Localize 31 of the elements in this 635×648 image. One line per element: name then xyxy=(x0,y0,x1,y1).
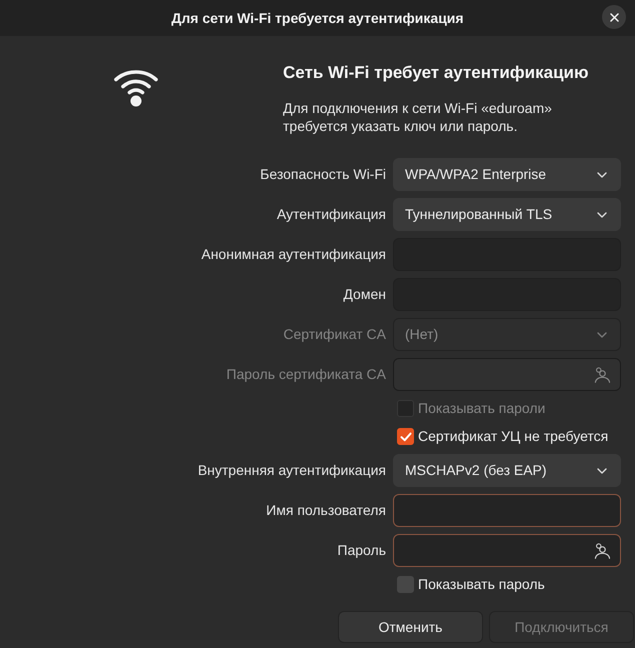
field-label: Имя пользователя xyxy=(265,501,386,520)
field-label: Сертификат CA xyxy=(282,325,386,344)
field-label: Безопасность Wi-Fi xyxy=(259,165,386,184)
chevron-down-icon xyxy=(597,468,607,474)
checkbox[interactable] xyxy=(397,576,414,593)
checkbox-label[interactable]: Сертификат УЦ не требуется xyxy=(418,426,608,447)
dialog-button[interactable]: Отменить xyxy=(338,611,483,643)
chevron-down-icon xyxy=(597,172,607,178)
dropdown[interactable]: WPA/WPA2 Enterprise xyxy=(393,158,621,191)
password-field[interactable] xyxy=(393,534,621,567)
heading: Сеть Wi-Fi требует аутентификацию xyxy=(283,62,588,84)
close-button[interactable] xyxy=(602,5,626,29)
checkbox-label[interactable]: Показывать пароль xyxy=(418,574,545,595)
field-label: Домен xyxy=(342,285,386,304)
wifi-icon xyxy=(113,67,159,107)
person-icon[interactable] xyxy=(594,542,610,558)
close-icon xyxy=(610,12,618,22)
chevron-down-icon xyxy=(597,212,607,218)
check-icon xyxy=(400,432,412,442)
window-title: Для сети Wi-Fi требуется аутентификация xyxy=(171,8,464,28)
text-field[interactable] xyxy=(393,494,621,527)
description: Для подключения к сети Wi-Fi «eduroam» требуется указать ключ или пароль. xyxy=(283,99,553,135)
dropdown[interactable]: Туннелированный TLS xyxy=(393,198,621,231)
dropdown[interactable]: MSCHAPv2 (без EAP) xyxy=(393,454,621,487)
checkbox[interactable] xyxy=(397,428,414,445)
field-label: Внутренняя аутентификация xyxy=(196,461,386,480)
field-label: Аутентификация xyxy=(276,205,386,224)
field-label: Анонимная аутентификация xyxy=(200,245,386,264)
field-label: Пароль xyxy=(336,541,386,560)
chevron-down-icon xyxy=(597,332,607,338)
field-label: Пароль сертификата CA xyxy=(225,365,386,384)
